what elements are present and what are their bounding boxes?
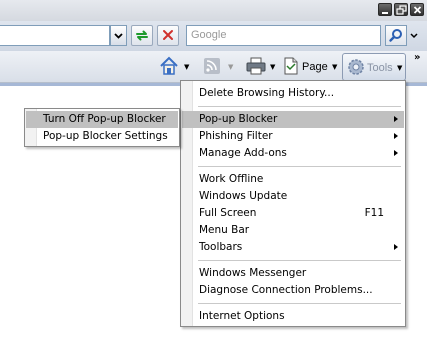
menu-item-popup-blocker[interactable]: Pop-up Blocker (182, 111, 404, 128)
menu-item-label: Pop-up Blocker Settings (43, 130, 168, 142)
page-menu-button[interactable]: Page ▼ (282, 55, 340, 79)
search-options-button[interactable] (408, 25, 420, 46)
toolbar-overflow-icon[interactable]: » (414, 52, 421, 63)
menu-item-menu-bar[interactable]: Menu Bar (182, 222, 404, 239)
search-button[interactable] (385, 25, 407, 46)
menu-item-label: Menu Bar (199, 224, 250, 236)
restore-button[interactable] (394, 3, 408, 16)
submenu-arrow-icon (394, 244, 398, 250)
menu-separator (198, 106, 401, 107)
menu-item-work-offline[interactable]: Work Offline (182, 171, 404, 188)
printer-icon (246, 57, 266, 75)
minimize-button[interactable] (378, 3, 392, 16)
menu-item-full-screen[interactable]: Full Screen F11 (182, 205, 404, 222)
menu-item-label: Windows Update (199, 190, 288, 202)
menu-item-diagnose-connection[interactable]: Diagnose Connection Problems... (182, 282, 404, 299)
home-button[interactable]: ▼ (158, 55, 194, 79)
title-bar (0, 0, 427, 21)
menu-separator (198, 303, 401, 304)
chevron-down-icon: ▼ (332, 63, 338, 71)
menu-item-label: Pop-up Blocker (199, 113, 278, 125)
stop-button[interactable] (157, 25, 179, 46)
submenu-arrow-icon (394, 150, 398, 156)
menu-item-turn-off-popup-blocker[interactable]: Turn Off Pop-up Blocker (26, 111, 178, 128)
tools-menu-label: Tools (367, 62, 393, 74)
menu-item-phishing-filter[interactable]: Phishing Filter (182, 128, 404, 145)
chevron-down-icon: ▼ (397, 64, 403, 72)
menu-item-popup-blocker-settings[interactable]: Pop-up Blocker Settings (26, 128, 178, 145)
address-toolbar: Google (0, 21, 427, 51)
menu-item-label: Diagnose Connection Problems... (199, 284, 373, 296)
menu-item-label: Delete Browsing History... (199, 87, 335, 99)
chevron-down-icon (114, 33, 123, 39)
close-button[interactable] (410, 3, 424, 16)
menu-item-internet-options[interactable]: Internet Options (182, 308, 404, 325)
submenu-arrow-icon (394, 133, 398, 139)
menu-separator (198, 166, 401, 167)
menu-item-label: Work Offline (199, 173, 264, 185)
menu-item-delete-browsing-history[interactable]: Delete Browsing History... (182, 85, 404, 102)
restore-icon (396, 5, 407, 15)
address-dropdown-button[interactable] (110, 25, 127, 46)
stop-icon (163, 30, 173, 40)
menu-item-toolbars[interactable]: Toolbars (182, 239, 404, 256)
rss-feed-icon (204, 58, 220, 74)
address-input[interactable] (0, 25, 110, 46)
menu-item-manage-add-ons[interactable]: Manage Add-ons (182, 145, 404, 162)
menu-item-label: Manage Add-ons (199, 147, 287, 159)
minimize-icon (382, 12, 388, 14)
feeds-button[interactable]: ▼ (202, 55, 238, 79)
menu-item-label: Turn Off Pop-up Blocker (43, 113, 166, 125)
menu-item-label: Toolbars (199, 241, 243, 253)
tools-dropdown-menu: Delete Browsing History... Pop-up Blocke… (180, 80, 406, 327)
menu-item-label: Internet Options (199, 310, 285, 322)
menu-item-windows-messenger[interactable]: Windows Messenger (182, 265, 404, 282)
refresh-button[interactable] (131, 25, 153, 46)
menu-item-shortcut: F11 (364, 207, 384, 219)
menu-separator (198, 260, 401, 261)
menu-item-windows-update[interactable]: Windows Update (182, 188, 404, 205)
home-icon (160, 56, 178, 75)
submenu-arrow-icon (394, 116, 398, 122)
chevron-down-icon: ▼ (270, 63, 276, 71)
search-input[interactable]: Google (186, 25, 381, 46)
page-menu-label: Page (302, 61, 328, 73)
gear-icon (348, 59, 364, 75)
menu-item-label: Windows Messenger (199, 267, 307, 279)
close-icon (413, 6, 422, 14)
page-icon (284, 57, 298, 75)
search-icon (389, 29, 402, 42)
menu-item-label: Full Screen (199, 207, 257, 219)
tools-menu-button[interactable]: Tools ▼ (342, 53, 406, 81)
chevron-down-icon (410, 33, 418, 39)
popup-blocker-submenu: Turn Off Pop-up Blocker Pop-up Blocker S… (24, 108, 180, 147)
menu-item-label: Phishing Filter (199, 130, 273, 142)
chevron-down-icon: ▼ (228, 63, 234, 71)
print-button[interactable]: ▼ (245, 55, 279, 79)
chevron-down-icon: ▼ (184, 63, 190, 71)
refresh-icon (136, 30, 148, 41)
